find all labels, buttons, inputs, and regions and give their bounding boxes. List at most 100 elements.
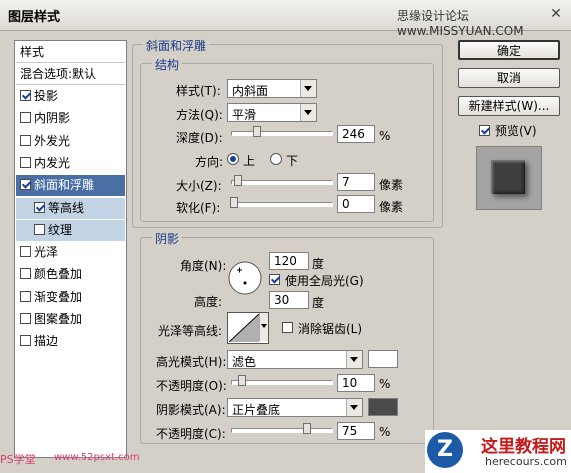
preview-checkbox[interactable] — [479, 125, 490, 136]
altitude-label: 高度: — [194, 295, 223, 309]
style-item-checkbox[interactable] — [20, 268, 31, 280]
soften-slider-thumb[interactable] — [230, 197, 238, 208]
chevron-down-icon — [346, 351, 362, 368]
watermark-text: 思缘设计论坛 www.MISSYUAN.COM — [397, 9, 524, 38]
style-item-label: 内阴影 — [34, 111, 71, 126]
highlight-opacity-input[interactable]: 10 — [337, 374, 375, 392]
contour-preview-icon — [229, 314, 259, 342]
style-item[interactable]: 光泽 — [16, 242, 125, 263]
style-item[interactable]: 描边 — [16, 331, 125, 352]
style-select[interactable]: 内斜面 — [227, 79, 317, 98]
style-item[interactable]: 颜色叠加 — [16, 264, 125, 285]
size-input[interactable]: 7 — [337, 173, 375, 191]
anti-aliased-checkbox[interactable] — [282, 322, 293, 333]
soften-unit: 像素 — [379, 200, 404, 214]
shadow-opacity-label: 不透明度(C): — [156, 427, 226, 441]
ok-button[interactable]: 确定 — [458, 40, 560, 60]
style-item-checkbox[interactable] — [20, 335, 31, 347]
soften-input[interactable]: 0 — [337, 195, 375, 213]
soften-label: 软化(F): — [176, 201, 221, 215]
highlight-opacity-label: 不透明度(O): — [156, 379, 227, 393]
shadow-opacity-slider[interactable] — [231, 423, 333, 434]
style-item-label: 光泽 — [34, 245, 59, 260]
style-item-checkbox[interactable] — [34, 223, 45, 235]
style-item-checkbox[interactable] — [34, 201, 45, 213]
shadow-opacity-unit: % — [379, 425, 391, 439]
style-item[interactable]: 图案叠加 — [16, 309, 125, 330]
style-item[interactable]: 内阴影 — [16, 108, 125, 129]
depth-input[interactable]: 246 — [337, 125, 375, 143]
chevron-down-icon — [300, 80, 316, 97]
method-select-value: 平滑 — [232, 108, 257, 122]
gloss-contour-picker[interactable] — [227, 312, 269, 344]
direction-up-label: 上 — [243, 154, 256, 168]
new-style-button[interactable]: 新建样式(W)... — [458, 96, 560, 116]
cancel-button[interactable]: 取消 — [458, 68, 560, 88]
size-slider[interactable] — [231, 175, 333, 186]
style-item-checkbox[interactable] — [20, 179, 31, 191]
style-item-checkbox[interactable] — [20, 112, 31, 124]
size-label: 大小(Z): — [176, 179, 222, 193]
style-item-label: 等高线 — [48, 200, 85, 215]
style-item[interactable]: 渐变叠加 — [16, 287, 125, 308]
footer-left-mark: PS学堂 — [0, 453, 36, 466]
global-light-checkbox[interactable] — [269, 274, 280, 285]
chevron-down-icon — [259, 313, 268, 341]
direction-up-radio[interactable] — [227, 153, 239, 165]
direction-down-radio[interactable] — [270, 153, 282, 165]
style-item-checkbox[interactable] — [20, 134, 31, 146]
brand-z-icon: Z — [427, 432, 463, 468]
style-item-checkbox[interactable] — [20, 313, 31, 324]
blend-options-item[interactable]: 混合选项:默认 — [16, 64, 125, 85]
altitude-input[interactable]: 30 — [269, 291, 309, 309]
style-item-checkbox[interactable] — [20, 246, 31, 258]
direction-label: 方向: — [195, 155, 224, 169]
altitude-unit: 度 — [312, 296, 325, 310]
depth-slider[interactable] — [231, 126, 333, 137]
structure-title: 结构 — [152, 56, 183, 73]
style-item-checkbox[interactable] — [20, 290, 31, 302]
style-item[interactable]: 外发光 — [16, 131, 125, 152]
depth-label: 深度(D): — [176, 131, 223, 145]
style-item-label: 内发光 — [34, 155, 71, 170]
soften-slider[interactable] — [230, 197, 333, 208]
style-item-label: 图案叠加 — [34, 312, 83, 326]
depth-slider-thumb[interactable] — [253, 126, 261, 137]
style-preview — [476, 146, 542, 210]
style-item[interactable]: 等高线 — [16, 197, 125, 219]
style-item-checkbox[interactable] — [20, 90, 31, 101]
window-title: 图层样式 — [8, 10, 61, 25]
preview-label: 预览(V) — [495, 124, 537, 138]
chevron-down-icon — [300, 104, 316, 121]
angle-input[interactable]: 120 — [269, 252, 309, 270]
style-item-label: 渐变叠加 — [34, 289, 83, 304]
brand-title: 这里教程网 — [481, 437, 566, 457]
style-item[interactable]: 斜面和浮雕 — [16, 175, 125, 197]
chevron-down-icon — [346, 399, 362, 416]
shadow-mode-select[interactable]: 正片叠底 — [227, 398, 363, 417]
style-list-header[interactable]: 样式 — [16, 42, 125, 63]
angle-dial[interactable] — [227, 260, 263, 296]
shadow-color-swatch[interactable] — [368, 398, 398, 416]
shadow-opacity-thumb[interactable] — [303, 423, 311, 434]
method-select[interactable]: 平滑 — [227, 103, 317, 122]
style-item-checkbox[interactable] — [20, 156, 31, 168]
style-item-label: 投影 — [34, 89, 59, 103]
style-item-label: 斜面和浮雕 — [34, 178, 95, 193]
style-item[interactable]: 纹理 — [16, 219, 125, 241]
close-icon[interactable]: ✕ — [548, 6, 564, 22]
highlight-mode-select[interactable]: 滤色 — [227, 350, 363, 369]
highlight-mode-value: 滤色 — [232, 355, 257, 369]
size-slider-thumb[interactable] — [234, 175, 242, 186]
highlight-opacity-slider[interactable] — [231, 375, 333, 386]
style-item[interactable]: 内发光 — [16, 153, 125, 174]
style-item-label: 外发光 — [34, 133, 71, 148]
brand-url: herecours.com — [485, 455, 567, 468]
style-item[interactable]: 投影 — [16, 86, 125, 107]
highlight-opacity-thumb[interactable] — [238, 375, 246, 386]
style-list: 样式 混合选项:默认 投影内阴影外发光内发光斜面和浮雕等高线纹理光泽颜色叠加渐变… — [14, 40, 127, 458]
shadow-opacity-input[interactable]: 75 — [337, 422, 375, 440]
highlight-color-swatch[interactable] — [368, 350, 398, 368]
footer-brand-logo: Z 这里教程网 herecours.com — [425, 430, 571, 473]
shadow-mode-value: 正片叠底 — [232, 403, 281, 417]
